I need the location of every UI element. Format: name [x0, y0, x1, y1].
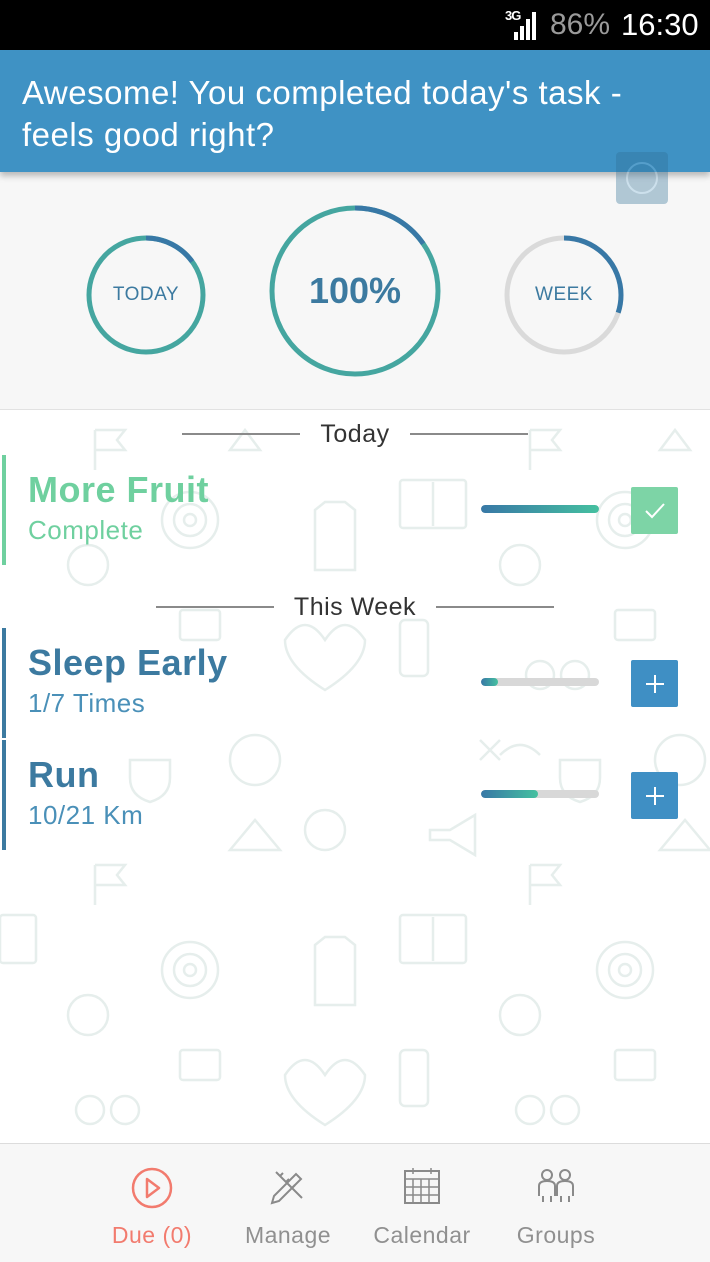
- section-week-label: This Week: [293, 592, 417, 621]
- nav-due[interactable]: Due (0): [82, 1144, 222, 1262]
- complete-button[interactable]: [631, 487, 678, 534]
- check-icon: [644, 502, 665, 518]
- battery-level: 86%: [550, 8, 611, 41]
- week-ring[interactable]: WEEK: [504, 235, 624, 355]
- clock: 16:30: [621, 7, 699, 42]
- nav-calendar-label: Calendar: [373, 1222, 471, 1248]
- status-bar: 3G 86% 16:30: [0, 0, 710, 50]
- completion-banner[interactable]: Awesome! You completed today's task - fe…: [0, 50, 710, 204]
- overall-ring: 100%: [268, 204, 442, 378]
- section-today-label: Today: [320, 419, 390, 448]
- plus-icon: [645, 786, 664, 805]
- progress-summary: TODAY 100% WEEK: [0, 172, 710, 410]
- banner-message: Awesome! You completed today's task - fe…: [22, 74, 623, 153]
- task-sleep-early[interactable]: Sleep Early 1/7 Times: [0, 628, 710, 738]
- nav-manage[interactable]: Manage: [218, 1144, 358, 1262]
- task-more-fruit[interactable]: More Fruit Complete: [0, 455, 710, 565]
- today-ring-label: TODAY: [112, 284, 180, 305]
- network-type: 3G: [505, 8, 521, 23]
- add-progress-button[interactable]: [631, 772, 678, 819]
- today-ring[interactable]: TODAY: [86, 235, 206, 355]
- divider: [182, 433, 301, 435]
- task-subtitle: 10/21 Km: [28, 800, 144, 830]
- task-accent-bar: [2, 628, 6, 738]
- bottom-nav: Due (0) Manage Calendar Groups: [0, 1143, 710, 1262]
- pencil-ruler-icon: [270, 1171, 303, 1205]
- task-progress: [481, 790, 599, 798]
- task-progress: [481, 678, 599, 686]
- task-title: Run: [28, 754, 100, 795]
- task-title: Sleep Early: [28, 642, 228, 683]
- task-subtitle: Complete: [28, 515, 144, 545]
- nav-calendar[interactable]: Calendar: [352, 1144, 492, 1262]
- nav-due-label: Due (0): [111, 1222, 193, 1248]
- section-this-week: This Week: [0, 587, 710, 627]
- week-ring-label: WEEK: [535, 284, 593, 305]
- task-title: More Fruit: [28, 469, 209, 510]
- nav-manage-label: Manage: [244, 1222, 332, 1248]
- task-list: Today More Fruit Complete This Week Slee…: [0, 410, 710, 1143]
- groups-icon: [538, 1169, 574, 1202]
- plus-icon: [645, 674, 664, 693]
- task-accent-bar: [2, 740, 6, 850]
- add-progress-button[interactable]: [631, 660, 678, 707]
- task-subtitle: 1/7 Times: [28, 688, 146, 718]
- nav-groups[interactable]: Groups: [486, 1144, 626, 1262]
- divider: [436, 606, 555, 608]
- divider: [409, 433, 528, 435]
- overall-percent: 100%: [308, 270, 402, 311]
- divider: [155, 606, 274, 608]
- task-accent-bar: [2, 455, 6, 565]
- calendar-icon: [404, 1168, 440, 1204]
- nav-groups-label: Groups: [516, 1222, 596, 1248]
- play-circle-icon: [131, 1167, 173, 1209]
- section-today: Today: [0, 414, 710, 454]
- task-progress: [481, 505, 599, 513]
- smiley-icon: [616, 152, 668, 204]
- task-run[interactable]: Run 10/21 Km: [0, 740, 710, 850]
